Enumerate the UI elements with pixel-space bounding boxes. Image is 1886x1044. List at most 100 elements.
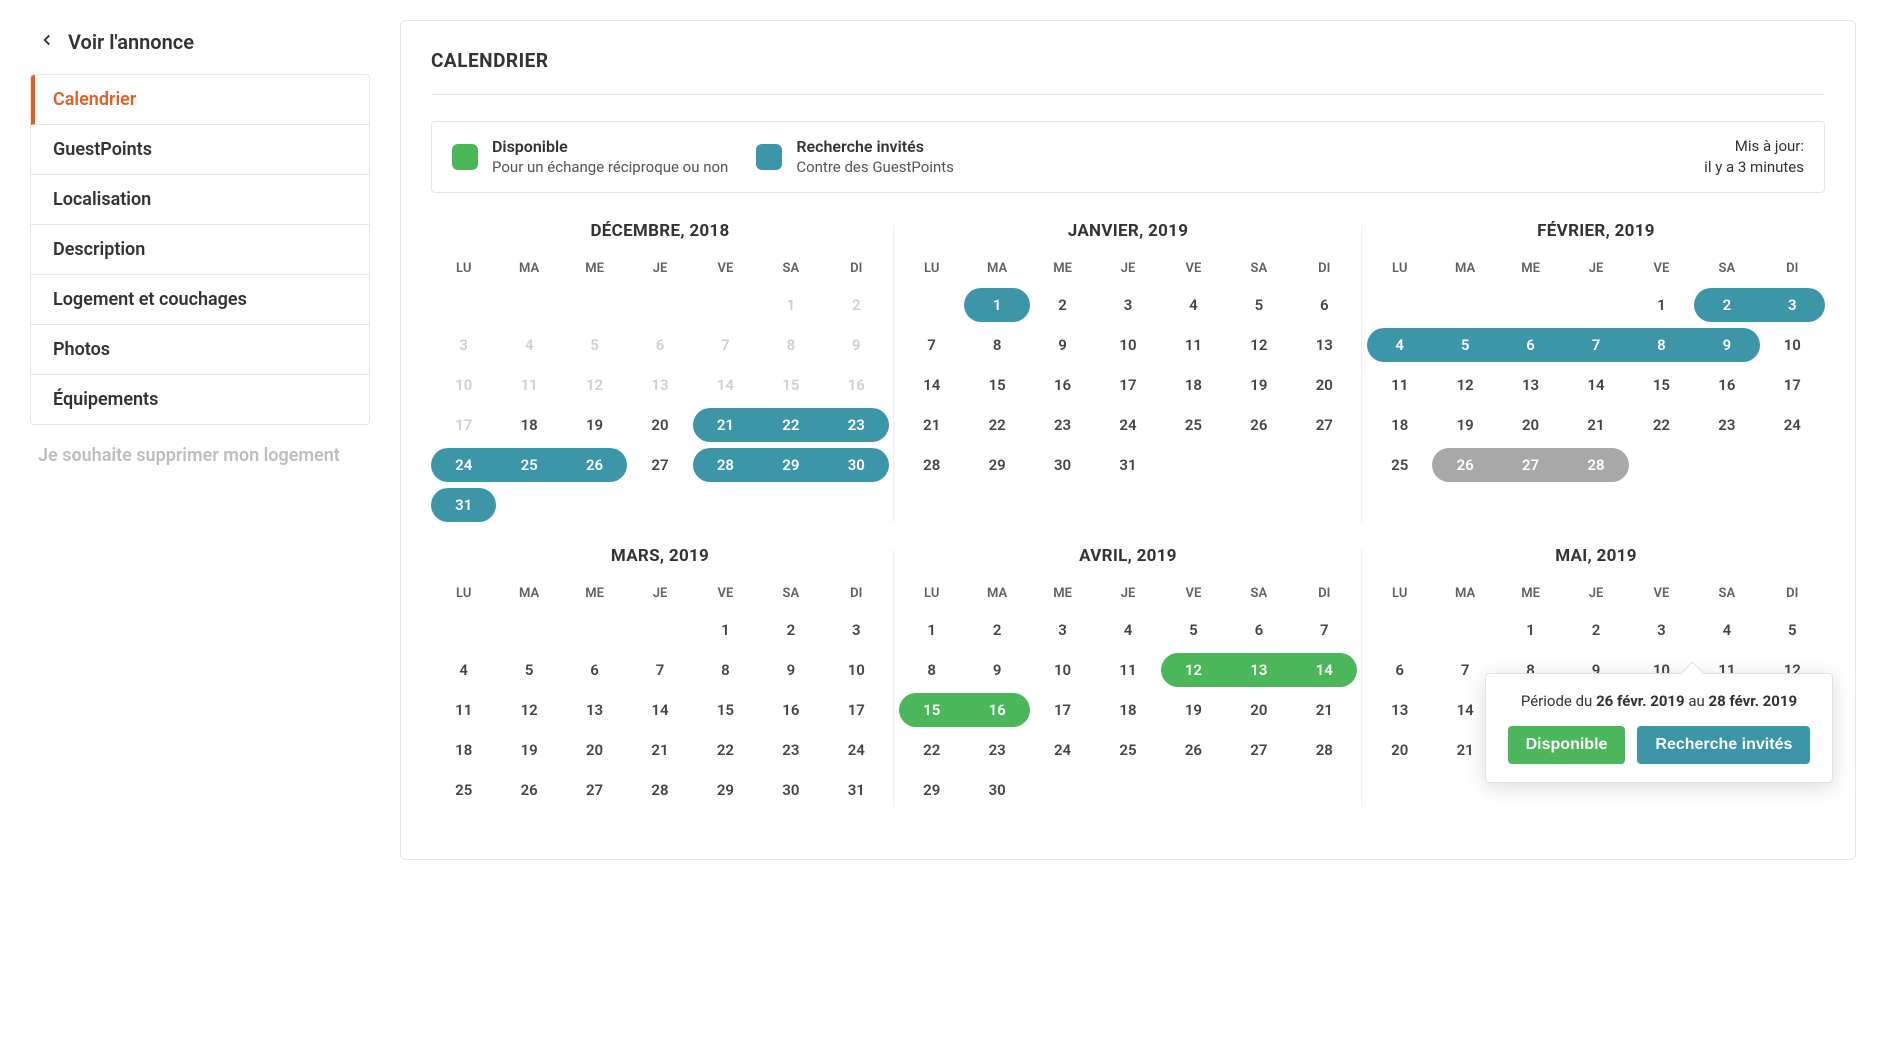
- calendar-day[interactable]: 10: [1030, 651, 1095, 689]
- calendar-day[interactable]: 3: [1030, 611, 1095, 649]
- calendar-day[interactable]: 1: [693, 611, 758, 649]
- calendar-day[interactable]: 24: [431, 446, 496, 484]
- calendar-day[interactable]: 12: [1226, 326, 1291, 364]
- calendar-day[interactable]: 19: [496, 731, 561, 769]
- calendar-day[interactable]: 14: [899, 366, 964, 404]
- calendar-day[interactable]: 16: [824, 366, 889, 404]
- calendar-day[interactable]: 24: [1095, 406, 1160, 444]
- calendar-day[interactable]: 16: [1694, 366, 1759, 404]
- delete-listing-link[interactable]: Je souhaite supprimer mon logement: [30, 425, 370, 486]
- calendar-day[interactable]: 2: [964, 611, 1029, 649]
- calendar-day[interactable]: 30: [964, 771, 1029, 809]
- calendar-day[interactable]: 4: [1367, 326, 1432, 364]
- calendar-day[interactable]: 24: [1760, 406, 1825, 444]
- calendar-day[interactable]: 14: [1292, 651, 1357, 689]
- calendar-day[interactable]: 15: [758, 366, 823, 404]
- calendar-day[interactable]: 23: [1694, 406, 1759, 444]
- calendar-day[interactable]: 10: [1095, 326, 1160, 364]
- calendar-day[interactable]: 1: [964, 286, 1029, 324]
- calendar-day[interactable]: 4: [1095, 611, 1160, 649]
- calendar-day[interactable]: 19: [1161, 691, 1226, 729]
- calendar-day[interactable]: 3: [1760, 286, 1825, 324]
- calendar-day[interactable]: 7: [627, 651, 692, 689]
- calendar-day[interactable]: 6: [1292, 286, 1357, 324]
- calendar-day[interactable]: 27: [1292, 406, 1357, 444]
- calendar-day[interactable]: 29: [964, 446, 1029, 484]
- calendar-day[interactable]: 23: [1030, 406, 1095, 444]
- sidebar-item[interactable]: Logement et couchages: [31, 275, 369, 325]
- calendar-day[interactable]: 27: [627, 446, 692, 484]
- calendar-day[interactable]: 4: [1694, 611, 1759, 649]
- calendar-day[interactable]: 14: [627, 691, 692, 729]
- calendar-day[interactable]: 11: [1161, 326, 1226, 364]
- calendar-day[interactable]: 3: [1095, 286, 1160, 324]
- calendar-day[interactable]: 18: [1367, 406, 1432, 444]
- calendar-day[interactable]: 19: [1432, 406, 1497, 444]
- calendar-day[interactable]: 26: [1432, 446, 1497, 484]
- calendar-day[interactable]: 4: [496, 326, 561, 364]
- calendar-day[interactable]: 4: [1161, 286, 1226, 324]
- sidebar-item[interactable]: Description: [31, 225, 369, 275]
- calendar-day[interactable]: 11: [1095, 651, 1160, 689]
- calendar-day[interactable]: 18: [1095, 691, 1160, 729]
- calendar-day[interactable]: 26: [496, 771, 561, 809]
- calendar-day[interactable]: 30: [824, 446, 889, 484]
- calendar-day[interactable]: 22: [693, 731, 758, 769]
- calendar-day[interactable]: 7: [1563, 326, 1628, 364]
- calendar-day[interactable]: 1: [1498, 611, 1563, 649]
- calendar-day[interactable]: 23: [824, 406, 889, 444]
- calendar-day[interactable]: 18: [1161, 366, 1226, 404]
- calendar-day[interactable]: 25: [431, 771, 496, 809]
- calendar-day[interactable]: 7: [693, 326, 758, 364]
- calendar-day[interactable]: 30: [1030, 446, 1095, 484]
- calendar-day[interactable]: 16: [758, 691, 823, 729]
- calendar-day[interactable]: 11: [431, 691, 496, 729]
- calendar-day[interactable]: 22: [1629, 406, 1694, 444]
- calendar-day[interactable]: 6: [1498, 326, 1563, 364]
- calendar-day[interactable]: 9: [964, 651, 1029, 689]
- calendar-day[interactable]: 6: [562, 651, 627, 689]
- calendar-day[interactable]: 31: [1095, 446, 1160, 484]
- calendar-day[interactable]: 31: [824, 771, 889, 809]
- calendar-day[interactable]: 2: [758, 611, 823, 649]
- calendar-day[interactable]: 29: [899, 771, 964, 809]
- calendar-day[interactable]: 7: [899, 326, 964, 364]
- calendar-day[interactable]: 4: [431, 651, 496, 689]
- calendar-day[interactable]: 28: [627, 771, 692, 809]
- calendar-day[interactable]: 18: [496, 406, 561, 444]
- calendar-day[interactable]: 13: [1367, 691, 1432, 729]
- calendar-day[interactable]: 14: [1563, 366, 1628, 404]
- calendar-day[interactable]: 25: [1161, 406, 1226, 444]
- calendar-day[interactable]: 15: [964, 366, 1029, 404]
- calendar-day[interactable]: 10: [431, 366, 496, 404]
- calendar-day[interactable]: 13: [1292, 326, 1357, 364]
- calendar-day[interactable]: 6: [627, 326, 692, 364]
- calendar-day[interactable]: 16: [964, 691, 1029, 729]
- calendar-day[interactable]: 11: [1367, 366, 1432, 404]
- calendar-day[interactable]: 7: [1292, 611, 1357, 649]
- calendar-day[interactable]: 1: [758, 286, 823, 324]
- calendar-day[interactable]: 2: [1694, 286, 1759, 324]
- calendar-day[interactable]: 22: [758, 406, 823, 444]
- calendar-day[interactable]: 3: [1629, 611, 1694, 649]
- calendar-day[interactable]: 9: [758, 651, 823, 689]
- calendar-day[interactable]: 20: [562, 731, 627, 769]
- calendar-day[interactable]: 5: [1226, 286, 1291, 324]
- calendar-day[interactable]: 22: [899, 731, 964, 769]
- calendar-day[interactable]: 9: [1694, 326, 1759, 364]
- sidebar-item[interactable]: Équipements: [31, 375, 369, 424]
- calendar-day[interactable]: 5: [1161, 611, 1226, 649]
- calendar-day[interactable]: 13: [1498, 366, 1563, 404]
- calendar-day[interactable]: 25: [1367, 446, 1432, 484]
- calendar-day[interactable]: 27: [1226, 731, 1291, 769]
- calendar-day[interactable]: 10: [824, 651, 889, 689]
- calendar-day[interactable]: 20: [627, 406, 692, 444]
- calendar-day[interactable]: 5: [562, 326, 627, 364]
- sidebar-item[interactable]: GuestPoints: [31, 125, 369, 175]
- calendar-day[interactable]: 23: [964, 731, 1029, 769]
- calendar-day[interactable]: 21: [1292, 691, 1357, 729]
- calendar-day[interactable]: 20: [1292, 366, 1357, 404]
- calendar-day[interactable]: 2: [1563, 611, 1628, 649]
- calendar-day[interactable]: 8: [899, 651, 964, 689]
- calendar-day[interactable]: 8: [693, 651, 758, 689]
